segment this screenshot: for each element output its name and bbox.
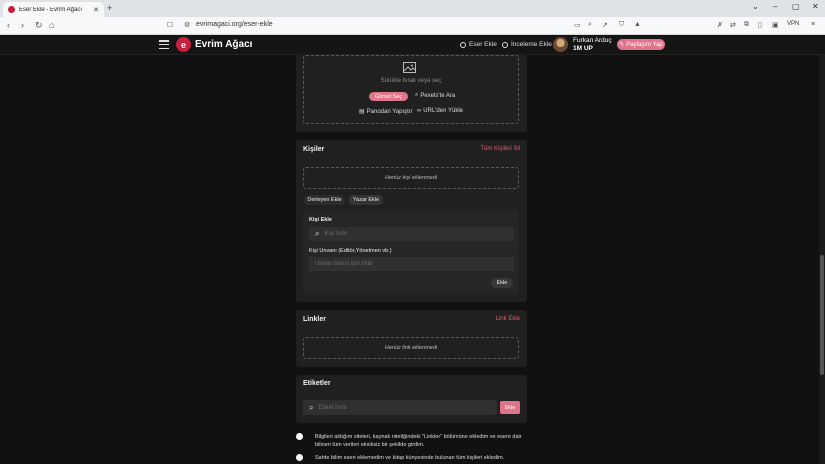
tags-card: Etiketler: [296, 375, 527, 423]
add-link-button[interactable]: Link Ekle: [496, 316, 520, 322]
tags-title: Etiketler: [303, 380, 331, 387]
search-icon: ⌕: [309, 402, 314, 412]
link-icon: ∞: [417, 108, 422, 114]
browser-toolbar: ‹ › ↻ ⌂ ☐ ⚙ evrimagaci.org/eser-ekle ▭ ⌕…: [0, 17, 825, 35]
user-info[interactable]: Furkan Arduç 1M UP: [573, 37, 612, 52]
extension-rewards-icon[interactable]: ▲: [634, 21, 641, 28]
confirm-authentic-check[interactable]: Sahte bilim eseri eklemedim ve kitap kün…: [296, 454, 530, 462]
paste-clipboard-link[interactable]: ▤ Panodan Yapıştır: [359, 108, 413, 116]
add-person-button[interactable]: Ekle: [491, 278, 513, 288]
tab-search-icon[interactable]: ⌄: [752, 2, 759, 11]
radio-dot-icon[interactable]: [296, 454, 303, 461]
new-tab-icon[interactable]: +: [107, 3, 112, 13]
close-window-icon[interactable]: ✕: [812, 2, 819, 11]
user-name: Furkan Arduç: [573, 37, 612, 44]
links-empty-state: Henüz link eklenmedi: [303, 337, 519, 359]
nav-add-review[interactable]: İnceleme Ekle: [502, 41, 552, 48]
sidebar-icon[interactable]: ▯: [758, 21, 762, 29]
nav-add-review-label: İnceleme Ekle: [511, 41, 552, 48]
hamburger-menu-icon[interactable]: [159, 40, 169, 50]
pexels-search-link[interactable]: ⌕ Pexels'te Ara: [415, 92, 455, 99]
add-tag-button[interactable]: Ekle: [500, 401, 520, 414]
scrollbar-thumb[interactable]: [820, 255, 824, 375]
radio-dot-icon[interactable]: [296, 433, 303, 440]
zoom-icon[interactable]: ⌕: [588, 21, 592, 29]
avatar[interactable]: [553, 37, 568, 52]
nav-add-work[interactable]: Eser Ekle: [460, 41, 497, 48]
browser-tab[interactable]: Eser Ekle - Evrim Ağacı ✕: [3, 2, 104, 17]
nav-add-work-label: Eser Ekle: [469, 41, 497, 48]
logo-letter: e: [180, 39, 186, 50]
maximize-icon[interactable]: ▢: [792, 2, 800, 11]
back-icon[interactable]: ‹: [7, 20, 10, 30]
home-icon[interactable]: ⌂: [49, 20, 54, 30]
page-scrollbar[interactable]: [819, 55, 825, 464]
person-title-input[interactable]: Unvan listesi için tıkla: [309, 257, 514, 271]
add-person-label: Kişi Ekle: [309, 217, 332, 223]
load-url-label: URL'den Yükle: [423, 108, 464, 114]
people-empty-state: Henüz kişi eklenmedi: [303, 167, 519, 189]
plus-circle-icon: [460, 41, 466, 48]
confirm-sources-check[interactable]: Bilgileri aldığım siteleri, kaynak nitel…: [296, 433, 530, 449]
site-settings-icon[interactable]: ⚙: [184, 21, 190, 29]
tag-input-placeholder: Etiket İsmi: [318, 404, 347, 411]
person-search-input[interactable]: ⌕ Kişi İsmi: [309, 227, 514, 241]
user-badge: 1M UP: [573, 44, 593, 52]
menu-icon[interactable]: ≡: [811, 21, 815, 28]
extension-icon[interactable]: ✗: [717, 21, 723, 29]
load-url-link[interactable]: ∞ URL'den Yükle: [417, 108, 463, 114]
extensions-icon[interactable]: ⧉: [744, 21, 749, 29]
share-post-button[interactable]: ✎ Paylaşım Yap: [617, 39, 665, 50]
image-icon: [403, 62, 416, 73]
pencil-icon: ✎: [619, 42, 625, 48]
search-icon: ⌕: [315, 229, 320, 238]
forward-icon[interactable]: ›: [21, 20, 24, 30]
vpn-button[interactable]: VPN: [787, 21, 799, 27]
browser-tabbar: Eser Ekle - Evrim Ağacı ✕ + ⌄ – ▢ ✕: [0, 0, 825, 17]
select-image-button[interactable]: Görsel Seç: [369, 92, 408, 101]
clipboard-icon: ▤: [359, 109, 365, 115]
people-title: Kişiler: [303, 146, 325, 153]
site-favicon-icon: [8, 6, 15, 13]
translate-icon[interactable]: ⇄: [730, 21, 736, 29]
pexels-search-label: Pexels'te Ara: [420, 92, 456, 99]
shield-icon[interactable]: ⛉: [619, 21, 624, 29]
plus-circle-icon: [502, 41, 508, 48]
person-search-placeholder: Kişi İsmi: [324, 231, 347, 237]
share-icon[interactable]: ↗: [602, 21, 608, 29]
minimize-icon[interactable]: –: [773, 2, 777, 11]
tab-title: Eser Ekle - Evrim Ağacı: [19, 6, 83, 13]
confirm-sources-text: Bilgileri aldığım siteleri, kaynak nitel…: [315, 434, 522, 448]
tab-add-compiler[interactable]: Derleyen Ekle: [304, 195, 345, 205]
evrim-agaci-logo-icon[interactable]: e: [176, 37, 191, 52]
brand-name[interactable]: Evrim Ağacı: [195, 39, 252, 50]
reload-icon[interactable]: ↻: [35, 20, 43, 31]
wallet-icon[interactable]: ▣: [772, 21, 779, 29]
cast-icon[interactable]: ▭: [574, 21, 581, 29]
clear-all-people-link[interactable]: Tüm Kişileri Sil: [480, 146, 520, 152]
address-input[interactable]: evrimagaci.org/eser-ekle: [196, 21, 273, 28]
dropzone-text: Sürükle bırak veya seç: [380, 78, 442, 84]
paste-clipboard-label: Panodan Yapıştır: [366, 108, 413, 115]
person-title-label: Kişi Unvanı (Editör,Yönetmen vb.): [309, 248, 392, 254]
search-icon: ⌕: [415, 92, 419, 98]
bookmark-icon[interactable]: ☐: [167, 21, 173, 29]
confirm-authentic-text: Sahte bilim eseri eklemedim ve kitap kün…: [315, 455, 505, 461]
tag-input[interactable]: ⌕ Etiket İsmi: [303, 400, 497, 415]
tab-add-author[interactable]: Yazar Ekle: [349, 195, 383, 205]
share-post-label: Paylaşım Yap: [626, 41, 663, 48]
site-header: e Evrim Ağacı Eser Ekle İnceleme Ekle Fu…: [0, 35, 825, 55]
links-title: Linkler: [303, 316, 326, 323]
close-tab-icon[interactable]: ✕: [93, 6, 99, 14]
